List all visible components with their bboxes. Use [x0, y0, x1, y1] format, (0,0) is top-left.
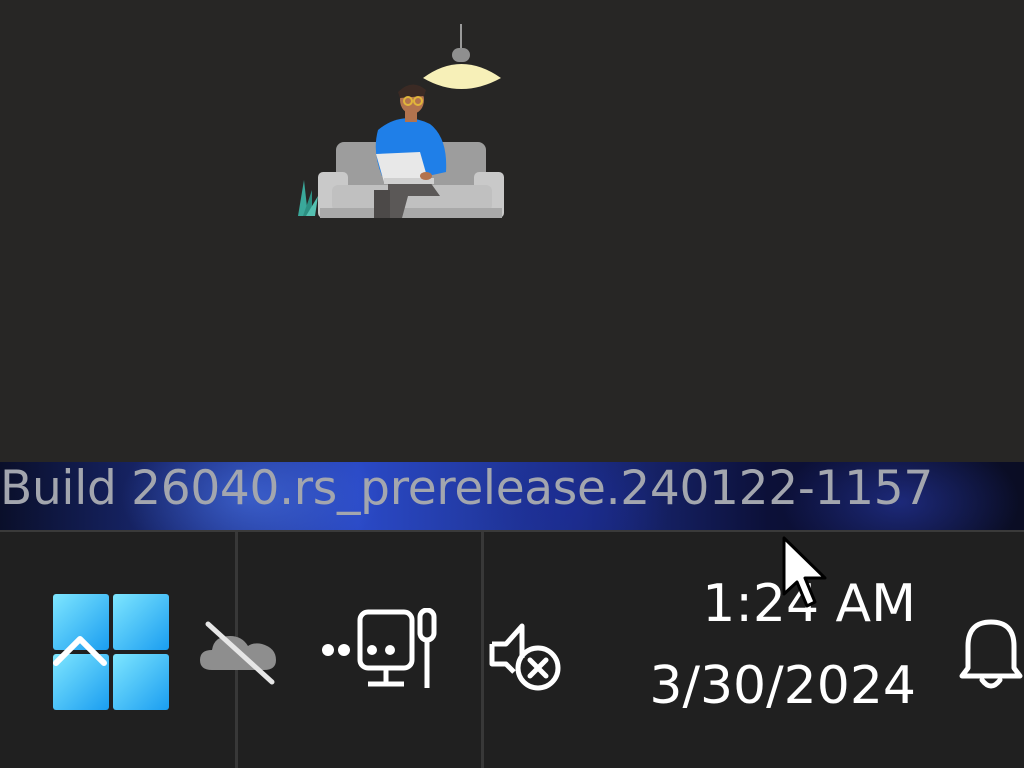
network-disconnected-icon[interactable] [318, 608, 442, 692]
bell-icon[interactable] [958, 614, 1024, 690]
volume-muted-icon[interactable] [488, 618, 564, 694]
clock-date[interactable]: 3/30/2024 [649, 654, 916, 718]
onedrive-offline-icon[interactable] [198, 620, 282, 686]
build-watermark-text: Build 26040.rs_prerelease.240122-1157 [0, 461, 933, 516]
taskbar: 1:24 AM 3/30/2024 [0, 530, 1024, 768]
taskbar-divider [481, 532, 484, 768]
desktop-screen: Build 26040.rs_prerelease.240122-1157 1:… [0, 0, 1024, 768]
mouse-pointer-icon [782, 536, 827, 608]
person-on-sofa-illustration [298, 24, 504, 218]
windows-start-icon[interactable] [52, 593, 170, 711]
